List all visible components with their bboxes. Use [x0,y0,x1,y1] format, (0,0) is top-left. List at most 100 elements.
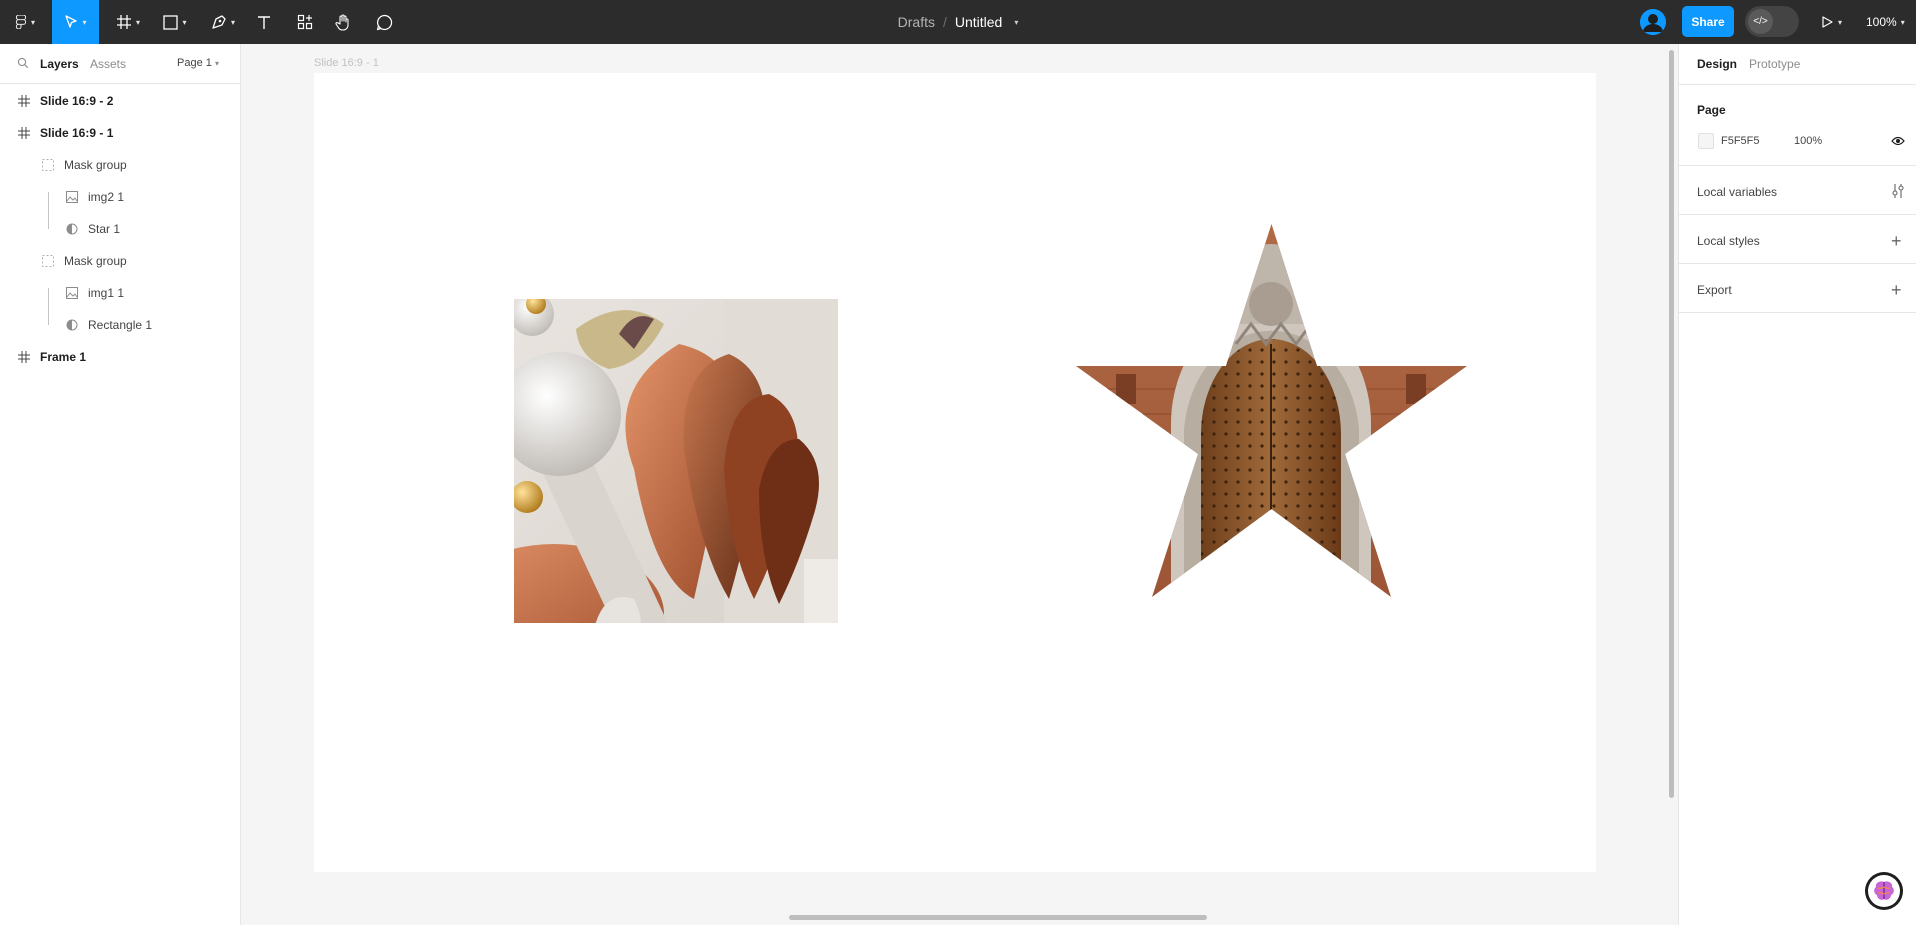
comment-tool-button[interactable] [373,0,395,44]
layers-panel: Layers Assets Page 1 ▾ Slide 16:9 - 2 Sl… [0,44,241,925]
page-section-title: Page [1697,103,1726,117]
dev-mode-toggle[interactable]: </> [1745,6,1799,37]
design-panel: Design Prototype Page F5F5F5 100% Local … [1678,44,1916,925]
file-name[interactable]: Untitled [955,14,1002,30]
search-icon[interactable] [17,57,29,72]
add-style-plus-icon[interactable]: + [1891,232,1902,250]
zoom-level: 100% [1866,15,1897,29]
zoom-menu[interactable]: 100% ▾ [1866,0,1905,44]
share-button[interactable]: Share [1682,6,1734,37]
shape-tool-button[interactable]: ▾ [158,0,192,44]
main-menu-button[interactable]: ▾ [6,0,44,44]
frame-name-label[interactable]: Slide 16:9 - 1 [314,57,379,69]
help-assistant-button[interactable] [1865,872,1903,910]
divider [1679,165,1916,166]
vertical-scrollbar[interactable] [1669,50,1674,798]
layer-row[interactable]: Mask group [0,245,240,277]
frame-tool-icon [116,15,131,29]
layer-label: img1 1 [88,286,125,300]
layer-label: Star 1 [88,222,121,236]
mask-group-icon [41,254,55,268]
move-tool-button[interactable]: ▾ [52,0,99,44]
tab-design[interactable]: Design [1697,57,1737,71]
layer-row[interactable]: Rectangle 1 [0,309,240,341]
divider [1679,84,1916,85]
layer-row[interactable]: Slide 16:9 - 2 [0,85,240,117]
layer-label: Mask group [64,254,127,268]
text-tool-icon [258,16,270,29]
frame-icon [17,350,31,364]
canvas[interactable]: Slide 16:9 - 1 [241,44,1678,925]
code-icon: </> [1748,9,1773,34]
figma-menu-icon [15,15,27,29]
chevron-down-icon: ▾ [214,59,219,68]
layer-label: Slide 16:9 - 2 [40,94,114,108]
layer-label: Frame 1 [40,350,87,364]
chevron-down-icon: ▾ [1900,17,1905,27]
frame-tool-button[interactable]: ▾ [110,0,146,44]
image-icon [65,286,79,300]
mask-shape-icon [65,222,79,236]
add-export-plus-icon[interactable]: + [1891,281,1902,299]
page-selector-label: Page 1 [177,57,212,69]
layer-row[interactable]: Star 1 [0,213,240,245]
user-avatar-icon [1640,9,1666,35]
layer-row[interactable]: Mask group [0,149,240,181]
frame-icon [17,94,31,108]
brain-icon [1874,881,1894,900]
export-label: Export [1697,283,1732,297]
page-selector[interactable]: Page 1 ▾ [177,57,219,69]
variables-settings-icon[interactable] [1891,183,1905,202]
pen-tool-button[interactable]: ▾ [206,0,240,44]
breadcrumb: Drafts / Untitled ▾ [0,0,1916,44]
breadcrumb-drafts[interactable]: Drafts [898,14,935,30]
tab-layers[interactable]: Layers [40,57,79,71]
layer-row[interactable]: Slide 16:9 - 1 [0,117,240,149]
play-icon [1822,16,1833,28]
local-styles-label: Local styles [1697,234,1760,248]
text-tool-button[interactable] [252,0,276,44]
toolbar: ▾ ▾ ▾ ▾ ▾ Drafts / Untitled ▾ Share </> [0,0,1916,44]
move-tool-icon [65,15,78,28]
hand-tool-button[interactable] [333,0,355,44]
chevron-down-icon: ▾ [82,17,87,27]
layer-row[interactable]: img2 1 [0,181,240,213]
layer-label: Mask group [64,158,127,172]
divider [1679,312,1916,313]
pen-tool-icon [212,15,226,29]
chevron-down-icon: ▾ [1838,17,1843,27]
divider [1679,263,1916,264]
horizontal-scrollbar[interactable] [789,915,1207,920]
chevron-down-icon: ▾ [230,17,235,27]
hand-tool-icon [335,14,349,31]
page-color-hex[interactable]: F5F5F5 [1721,135,1760,147]
resources-button[interactable] [294,0,316,44]
avatar[interactable] [1640,9,1666,35]
masked-image-star[interactable] [1076,224,1467,597]
local-variables-label[interactable]: Local variables [1697,185,1777,199]
breadcrumb-separator: / [942,14,947,30]
shape-tool-icon [163,14,179,30]
layer-label: Slide 16:9 - 1 [40,126,114,140]
page-color-swatch[interactable] [1698,133,1714,149]
layer-row[interactable]: Frame 1 [0,341,240,373]
chevron-down-icon: ▾ [30,17,35,27]
chevron-down-icon: ▾ [182,17,187,27]
tab-assets[interactable]: Assets [90,57,126,71]
eye-icon[interactable] [1891,135,1905,149]
comment-icon [376,14,392,30]
layer-row[interactable]: img1 1 [0,277,240,309]
mask-shape-icon [65,318,79,332]
layer-label: Rectangle 1 [88,318,153,332]
chevron-down-icon[interactable]: ▾ [1014,18,1018,27]
present-button[interactable]: ▾ [1820,0,1842,44]
page-opacity[interactable]: 100% [1794,135,1822,147]
image-icon [65,190,79,204]
mask-group-icon [41,158,55,172]
layer-label: img2 1 [88,190,125,204]
abstract-sculpture-image [514,299,838,623]
slide-frame[interactable] [314,73,1596,872]
tab-prototype[interactable]: Prototype [1749,57,1800,71]
arched-door-image [1076,224,1467,597]
masked-image-rectangle[interactable] [514,299,838,623]
